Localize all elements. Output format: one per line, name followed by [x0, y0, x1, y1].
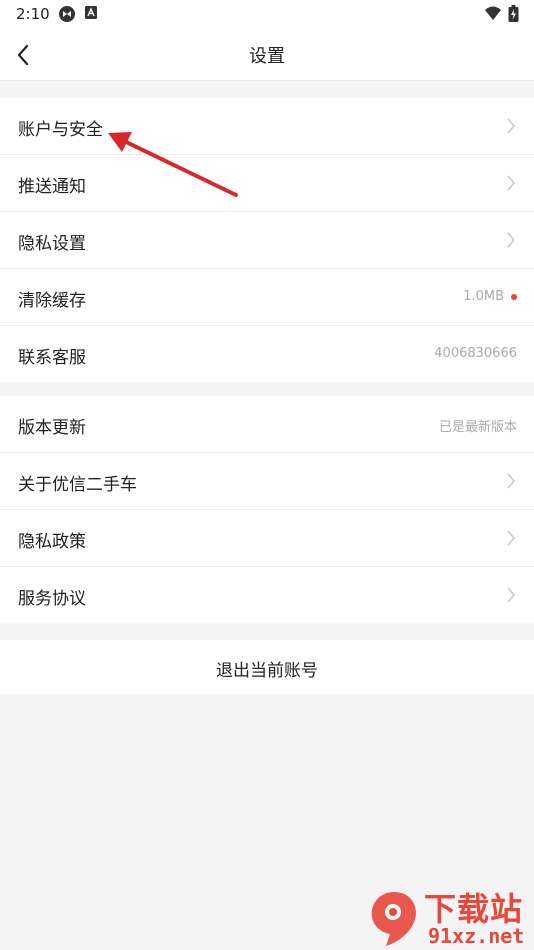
red-dot-badge [511, 294, 517, 300]
chevron-right-icon [507, 232, 515, 248]
cache-size-value: 1.0MB [463, 289, 504, 304]
row-privacy-policy[interactable]: 隐私政策 [0, 510, 534, 567]
annotation-arrow [108, 132, 238, 197]
row-label: 服务协议 [18, 589, 86, 609]
chevron-right-icon [507, 473, 515, 489]
logout-label: 退出当前账号 [216, 661, 318, 681]
row-label: 清除缓存 [18, 291, 86, 311]
settings-group-about: 版本更新 已是最新版本 关于优信二手车 隐私政策 服务协议 [0, 396, 534, 623]
settings-group-account: 账户与安全 推送通知 隐私设置 清除缓存 1.0MB 联系客服 40068306… [0, 98, 534, 382]
watermark-logo: 下载站 91xz.net [362, 884, 534, 950]
row-service-agreement[interactable]: 服务协议 [0, 567, 534, 623]
row-about-app[interactable]: 关于优信二手车 [0, 453, 534, 510]
status-time: 2:10 [16, 5, 50, 23]
status-bar: 2:10 [0, 0, 534, 28]
row-label: 关于优信二手车 [18, 475, 137, 495]
chevron-right-icon [507, 587, 515, 603]
row-account-security[interactable]: 账户与安全 [0, 98, 534, 155]
row-label: 隐私设置 [18, 234, 86, 254]
row-label: 账户与安全 [18, 120, 103, 140]
chevron-right-icon [507, 530, 515, 546]
watermark-url: 91xz.net [428, 924, 525, 948]
app-notification-icon [59, 6, 75, 22]
row-label: 联系客服 [18, 348, 86, 368]
chevron-right-icon [507, 175, 515, 191]
service-phone-value: 4006830666 [434, 346, 517, 361]
battery-icon [508, 5, 519, 22]
chevron-right-icon [507, 118, 515, 134]
row-privacy-settings[interactable]: 隐私设置 [0, 212, 534, 269]
row-clear-cache[interactable]: 清除缓存 1.0MB [0, 269, 534, 326]
row-label: 推送通知 [18, 177, 86, 197]
a-notification-icon [85, 6, 97, 19]
header-bar: 设置 [0, 28, 534, 81]
page-title: 设置 [249, 46, 285, 67]
watermark-badge-icon [371, 892, 416, 946]
row-label: 版本更新 [18, 418, 86, 438]
row-version-update[interactable]: 版本更新 已是最新版本 [0, 396, 534, 453]
wifi-icon [485, 6, 501, 20]
row-label: 隐私政策 [18, 532, 86, 552]
row-customer-service[interactable]: 联系客服 4006830666 [0, 326, 534, 382]
row-push-notification[interactable]: 推送通知 [0, 155, 534, 212]
logout-button[interactable]: 退出当前账号 [0, 640, 534, 694]
version-status-value: 已是最新版本 [438, 420, 517, 435]
